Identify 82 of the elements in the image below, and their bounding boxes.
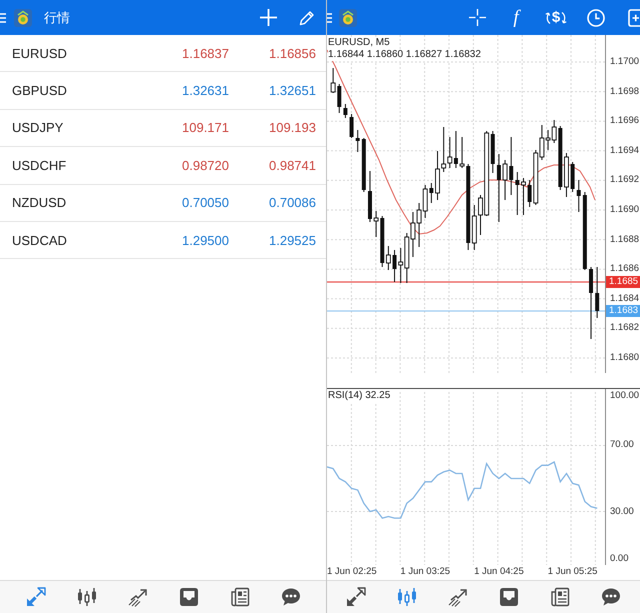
candle [368,170,372,222]
trend-arrow-icon [448,587,468,607]
price-axis-label: 1.1688 [610,234,640,246]
ask-price: 0.98741 [269,158,316,173]
candle [343,104,348,118]
function-button[interactable]: f [502,4,530,32]
plus-icon [260,9,276,26]
inbox-icon [499,587,520,607]
price-axis-label: 1.1690 [610,204,640,216]
candle [496,154,501,222]
crosshair-icon [468,9,486,26]
symbol-label: USDCAD [12,232,67,248]
chat-bubble-icon [280,587,300,607]
arrows-icon [26,587,46,607]
ask-price-tag: 1.1685 [606,276,640,288]
candle [515,172,520,216]
price-axis-label: 1.1692 [610,174,640,186]
bid-price-tag: 1.1683 [606,305,640,317]
bid-price: 0.98720 [182,158,229,173]
pencil-icon [299,10,315,26]
newspaper-icon [550,587,570,607]
price-axis-label: 1.1700 [610,56,640,68]
price-axis-label: 1.1684 [610,292,640,305]
time-axis-label: 1 Jun 05:25 [548,566,598,578]
price-axis-label: 1.1682 [610,322,640,334]
rsi-axis-label: 0.00 [610,553,628,565]
price-axis-label: 1.1696 [610,115,640,128]
candle [502,160,508,200]
bid-price: 0.70050 [182,195,229,210]
screen-title: 行情 [44,8,70,26]
time-axis-label: 1 Jun 02:25 [327,566,377,578]
price-axis-label: 1.1686 [610,263,640,276]
ask-price: 0.70086 [269,195,316,210]
ask-price: 1.32651 [269,83,316,98]
curved-arrow-icon [561,12,568,24]
logo-icon [14,8,32,26]
candle [564,152,569,198]
price-axis-label: 1.1680 [610,352,640,364]
rsi-axis-label: 70.00 [610,439,634,452]
newspaper-icon [230,587,250,607]
ohlc-values: 1.16844 1.16860 1.16827 1.16832 [328,49,481,61]
symbol-label: USDJPY [12,120,64,136]
rsi-axis-label: 100.00 [610,390,640,402]
time-axis-label: 1 Jun 03:25 [400,566,450,578]
candle [362,138,366,192]
curved-arrow-icon [544,12,551,24]
ask-price: 1.16856 [269,46,316,61]
price-axis-label: 1.1698 [610,86,640,98]
menu-icon[interactable] [327,12,332,22]
arrows-icon [346,587,366,607]
menu-icon[interactable] [0,12,6,22]
candlestick-icon [396,587,417,607]
candle [576,180,581,212]
document-plus-icon[interactable] [628,8,640,26]
bid-price: 1.29500 [182,232,229,248]
candle [509,136,514,196]
symbol-label: GBPUSD [12,83,67,98]
bid-price: 109.171 [182,120,229,136]
price-axis-label: 1.1694 [610,144,640,157]
rsi-axis-label: 30.00 [610,506,634,518]
symbol-label: NZDUSD [12,195,66,210]
symbol-label: EURUSD [12,46,67,61]
symbol-label: USDCHF [12,158,66,173]
candle [595,266,600,318]
bid-price: 1.16837 [182,46,229,61]
ask-price: 109.193 [269,120,316,136]
logo-icon [339,8,357,26]
inbox-icon [178,587,198,607]
chat-bubble-icon [601,587,622,607]
time-axis-label: 1 Jun 04:25 [474,566,524,578]
candle [521,178,526,216]
trend-arrow-icon [128,587,148,607]
candle [570,162,575,192]
bid-price: 1.32631 [182,83,229,98]
symbol-timeframe-label: EURUSD, M5 [328,37,390,49]
rsi-title: RSI(14) 32.25 [328,390,390,402]
candle [356,130,360,152]
trade-button[interactable]: $ [538,4,574,32]
ask-price: 1.29525 [269,232,316,248]
candlestick-icon [76,587,96,607]
clock-icon [587,8,605,26]
candle [350,114,354,138]
